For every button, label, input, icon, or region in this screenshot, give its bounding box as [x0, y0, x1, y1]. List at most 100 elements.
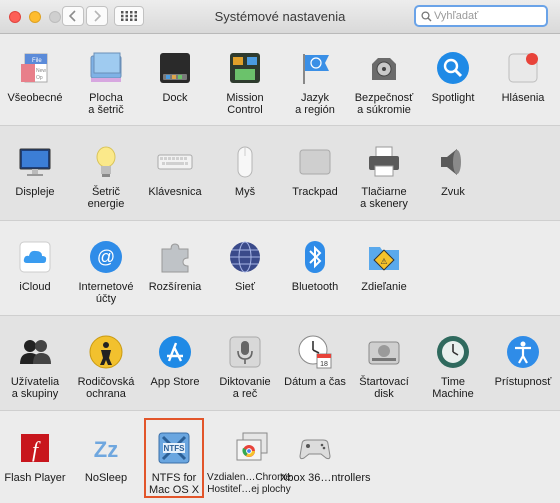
pref-security-privacy[interactable]: Bezpečnosť a súkromie	[349, 50, 419, 116]
extensions-icon	[157, 239, 193, 275]
pref-label: Hlásenia	[501, 92, 545, 104]
pref-label: iCloud	[19, 281, 51, 293]
pref-extensions[interactable]: Rozšírenia	[140, 239, 210, 293]
pref-users-groups[interactable]: Užívatelia a skupiny	[0, 334, 70, 400]
mouse-icon	[227, 144, 263, 180]
pref-bluetooth[interactable]: Bluetooth	[280, 239, 350, 293]
spotlight-icon	[435, 50, 471, 86]
pref-label: Rodičovská ochrana	[77, 376, 135, 400]
pref-parental-controls[interactable]: Rodičovská ochrana	[71, 334, 141, 400]
pref-notifications[interactable]: Hlásenia	[488, 50, 558, 104]
language-region-icon	[297, 50, 333, 86]
pref-accessibility[interactable]: Prístupnosť	[488, 334, 558, 388]
pref-dictation-speech[interactable]: Diktovanie a reč	[210, 334, 280, 400]
nosleep-icon: Zz	[88, 430, 124, 466]
pref-label: Flash Player	[4, 472, 66, 484]
pref-spotlight[interactable]: Spotlight	[418, 50, 488, 104]
pref-trackpad[interactable]: Trackpad	[280, 144, 350, 198]
dictation-speech-icon	[227, 334, 263, 370]
pref-label: Dock	[162, 92, 188, 104]
pref-sharing[interactable]: ⚠ Zdieľanie	[349, 239, 419, 293]
selection-highlight	[144, 418, 204, 498]
pref-label: Tlačiarne a skenery	[360, 186, 408, 210]
general-icon: File New Op	[17, 50, 53, 86]
pref-label: Myš	[234, 186, 256, 198]
pref-keyboard[interactable]: Klávesnica	[140, 144, 210, 198]
notifications-icon	[505, 50, 541, 86]
displays-icon	[17, 144, 53, 180]
pref-mission-control[interactable]: Mission Control	[210, 50, 280, 116]
pref-label: Štartovací disk	[359, 376, 409, 400]
pref-displays[interactable]: Displeje	[0, 144, 70, 198]
svg-text:⚠: ⚠	[380, 257, 387, 266]
desktop-screensaver-icon	[88, 50, 124, 86]
pref-label: Zdieľanie	[361, 281, 407, 293]
security-privacy-icon	[366, 50, 402, 86]
pref-language-region[interactable]: Jazyk a región	[280, 50, 350, 116]
energy-saver-icon	[88, 144, 124, 180]
internet-accounts-icon: @	[88, 239, 124, 275]
pref-label: Bezpečnosť a súkromie	[354, 92, 414, 116]
pref-label: Xbox 36…ntrollers	[280, 472, 371, 484]
pref-label: App Store	[150, 376, 200, 388]
pref-label: Plocha a šetrič	[88, 92, 124, 116]
date-time-icon: 18	[297, 334, 333, 370]
pref-network[interactable]: Sieť	[210, 239, 280, 293]
pref-startup-disk[interactable]: Štartovací disk	[349, 334, 419, 400]
pref-label: Prístupnosť	[494, 376, 552, 388]
bluetooth-icon	[297, 239, 333, 275]
mission-control-icon	[227, 50, 263, 86]
pref-general[interactable]: File New Op Všeobecné	[0, 50, 70, 104]
pref-app-store[interactable]: App Store	[140, 334, 210, 388]
pref-label: Šetrič energie	[87, 186, 125, 210]
pref-mouse[interactable]: Myš	[210, 144, 280, 198]
pref-sound[interactable]: Zvuk	[418, 144, 488, 198]
pref-label: Klávesnica	[148, 186, 202, 198]
pref-internet-accounts[interactable]: @ Internetové účty	[71, 239, 141, 305]
search-field[interactable]	[414, 5, 548, 27]
title-bar: Systémové nastavenia	[0, 0, 560, 34]
pref-icloud[interactable]: iCloud	[0, 239, 70, 293]
pref-desktop-screensaver[interactable]: Plocha a šetrič	[71, 50, 141, 116]
dock-icon	[157, 50, 193, 86]
zz-glyph: Zz	[94, 437, 118, 462]
pref-label: Diktovanie a reč	[219, 376, 271, 400]
pref-label: Trackpad	[292, 186, 338, 198]
system-preferences-window: Systémové nastavenia File NewOp Všeobecné…	[0, 0, 560, 503]
pref-printers-scanners[interactable]: Tlačiarne a skenery	[349, 144, 419, 210]
pref-label: NoSleep	[84, 472, 128, 484]
pref-time-machine[interactable]: Time Machine	[418, 334, 488, 400]
pref-energy-saver[interactable]: Šetrič energie	[71, 144, 141, 210]
pref-label: Užívatelia a skupiny	[10, 376, 60, 400]
printers-scanners-icon	[366, 144, 402, 180]
pref-label: Spotlight	[431, 92, 475, 104]
pref-label: Zvuk	[441, 186, 465, 198]
pref-label: Displeje	[15, 186, 55, 198]
chrome-remote-desktop-icon	[234, 430, 270, 466]
app-store-icon	[157, 334, 193, 370]
icloud-icon	[17, 239, 53, 275]
sound-icon	[435, 144, 471, 180]
pref-nosleep[interactable]: Zz NoSleep	[71, 430, 141, 484]
svg-text:File: File	[32, 58, 42, 64]
pref-label: Mission Control	[226, 92, 264, 116]
pref-label: Time Machine	[432, 376, 474, 400]
pref-xbox-controllers[interactable]: Xbox 36…ntrollers	[280, 430, 371, 484]
search-input[interactable]	[434, 7, 542, 25]
trackpad-icon	[297, 144, 333, 180]
xbox-controller-icon	[297, 430, 333, 466]
svg-text:Op: Op	[36, 75, 43, 81]
pref-label: Jazyk a región	[295, 92, 335, 116]
users-groups-icon	[17, 334, 53, 370]
pref-label: Internetové účty	[78, 281, 134, 305]
pref-label: Bluetooth	[291, 281, 339, 293]
pref-label: Rozšírenia	[148, 281, 202, 293]
flash-player-icon: f	[17, 430, 53, 466]
search-icon	[421, 11, 432, 22]
pref-label: Dátum a čas	[284, 376, 346, 388]
pref-dock[interactable]: Dock	[140, 50, 210, 104]
time-machine-icon	[435, 334, 471, 370]
pref-label: Všeobecné	[7, 92, 63, 104]
pref-flash-player[interactable]: f Flash Player	[0, 430, 70, 484]
pref-date-time[interactable]: 18 Dátum a čas	[280, 334, 350, 388]
